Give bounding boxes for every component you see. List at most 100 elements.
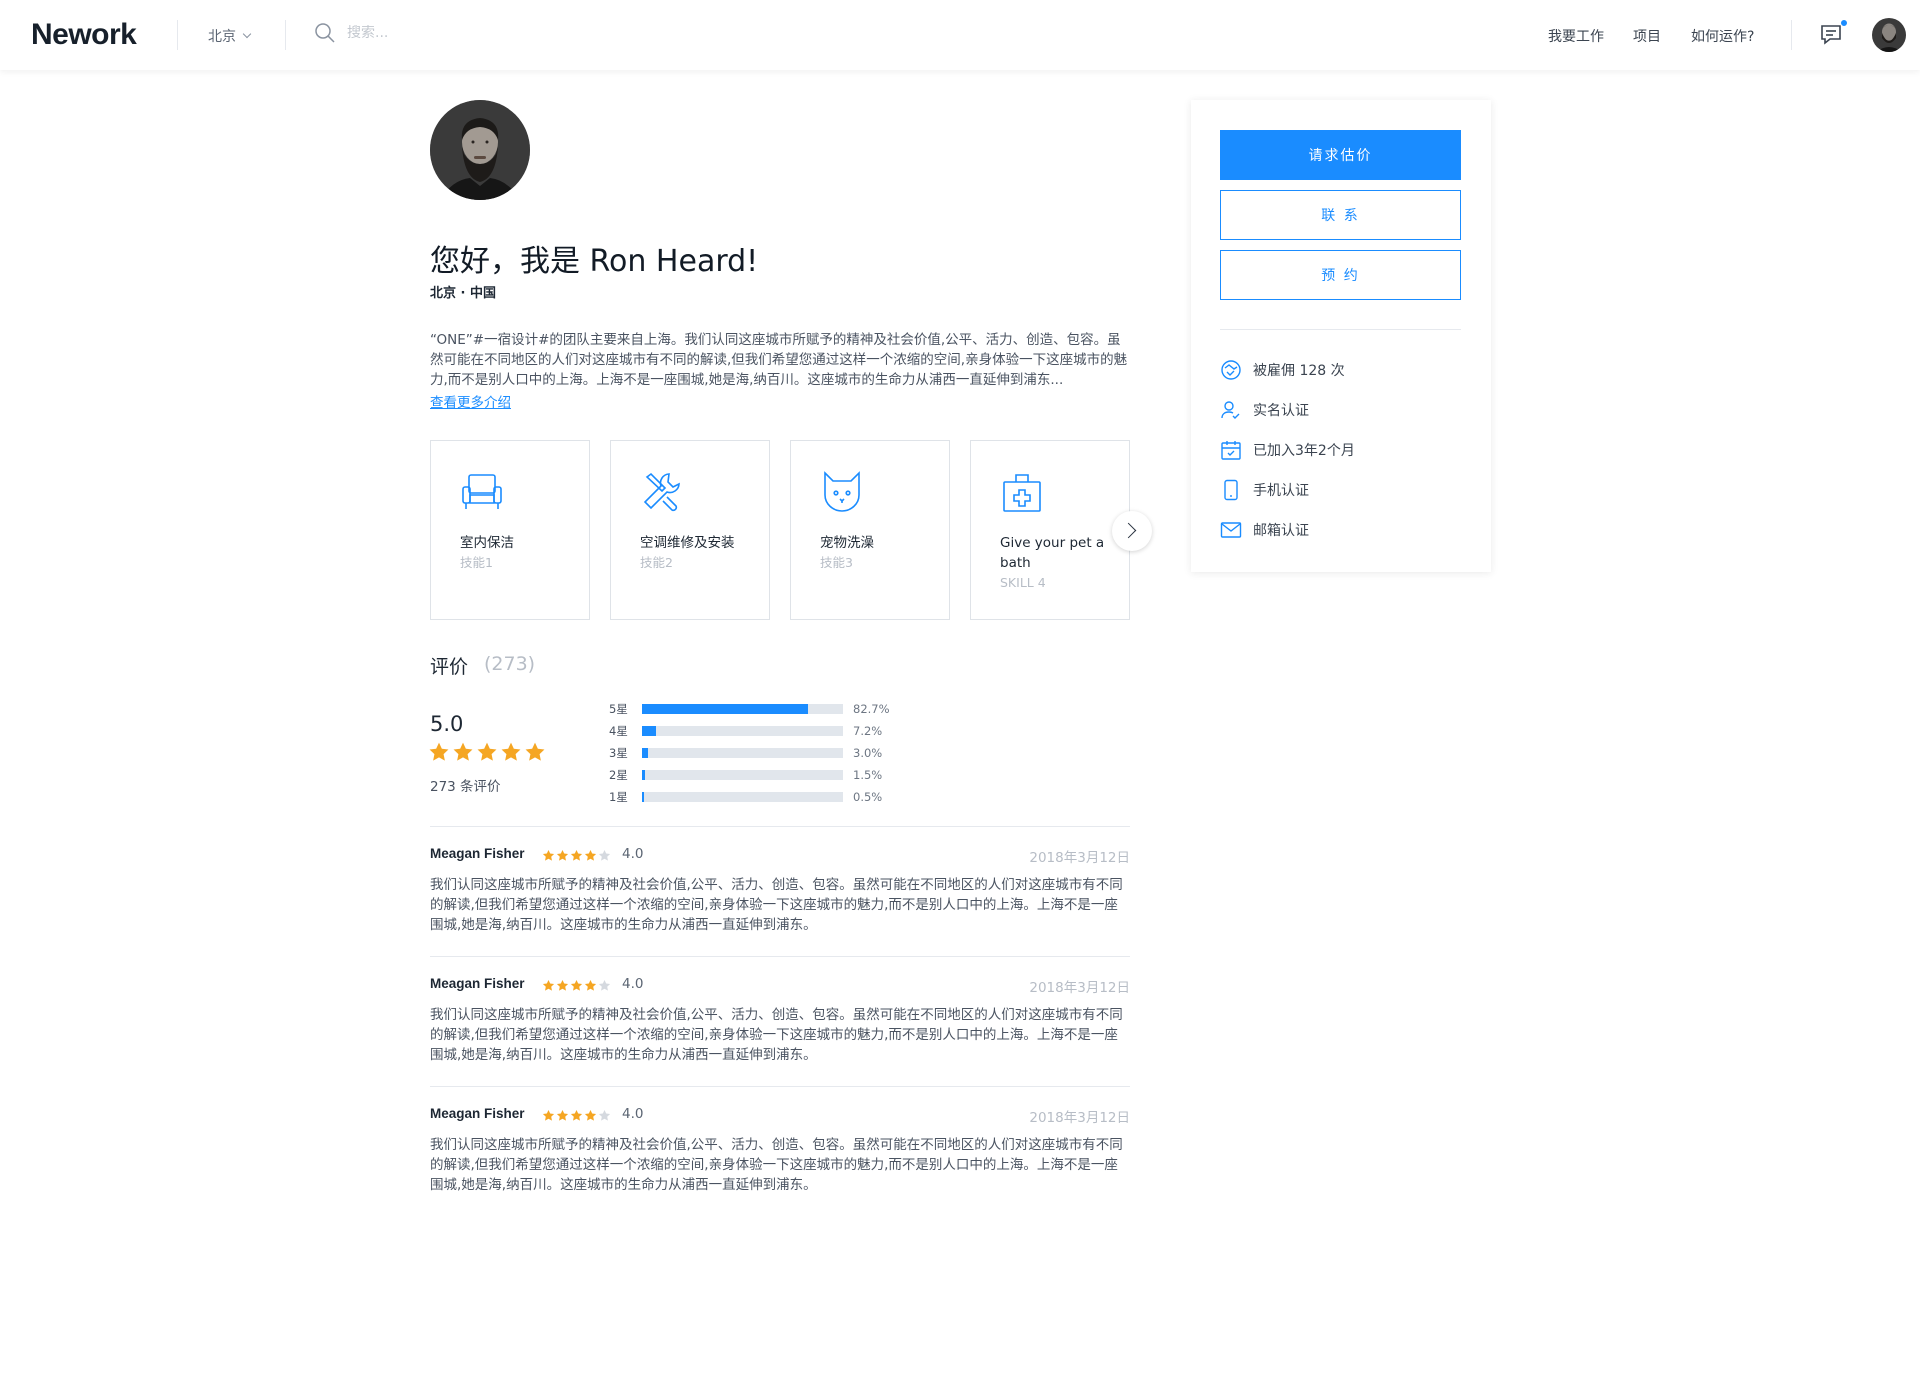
phone-icon — [1224, 479, 1238, 501]
cat-icon — [824, 471, 860, 512]
divider — [430, 1086, 1130, 1087]
star-filled-icon — [570, 849, 583, 861]
nav-find-work[interactable]: 我要工作 — [1548, 26, 1604, 46]
star-filled-icon — [556, 849, 569, 861]
profile-location: 北京 · 中国 — [430, 286, 496, 301]
rating-bar-5: 5星 82.7% — [609, 701, 890, 717]
info-email: 邮箱认证 — [1220, 519, 1309, 541]
review-text: 我们认同这座城市所赋予的精神及社会价值,公平、活力、创造、包容。虽然可能在不同地… — [430, 1137, 1123, 1193]
rating-bar-1: 1星 0.5% — [609, 789, 882, 805]
reviews-count: (273) — [484, 653, 536, 675]
divider — [430, 826, 1130, 827]
star-filled-icon — [556, 979, 569, 991]
notification-dot — [1840, 19, 1848, 27]
skill-sub: 技能3 — [820, 555, 853, 570]
star-filled-icon — [542, 1109, 555, 1121]
info-joined: 已加入3年2个月 — [1220, 439, 1355, 461]
book-button[interactable]: 预 约 — [1220, 250, 1461, 300]
divider — [430, 956, 1130, 957]
nav-projects[interactable]: 项目 — [1633, 26, 1661, 46]
divider — [1791, 20, 1792, 50]
user-avatar[interactable] — [1872, 18, 1906, 52]
star-filled-icon — [477, 742, 497, 761]
review-rating: 4.0 — [622, 1106, 644, 1122]
star-filled-icon — [584, 849, 597, 861]
rating-stars — [428, 741, 546, 763]
tools-icon — [643, 472, 680, 512]
skill-card[interactable]: Give your pet a bath SKILL 4 — [970, 440, 1130, 620]
star-filled-icon — [542, 849, 555, 861]
star-filled-icon — [584, 1109, 597, 1121]
info-text: 被雇佣 128 次 — [1253, 363, 1345, 379]
city-selector[interactable]: 北京 — [208, 26, 252, 46]
rating-bar-percent: 82.7% — [853, 702, 890, 716]
review-stars — [542, 979, 611, 992]
review-stars — [542, 849, 611, 862]
nav-how-it-works[interactable]: 如何运作? — [1691, 26, 1754, 46]
review-rating: 4.0 — [622, 846, 644, 862]
average-score: 5.0 — [430, 712, 464, 736]
info-text: 邮箱认证 — [1253, 523, 1309, 539]
read-more-link[interactable]: 查看更多介绍 — [430, 391, 511, 411]
reviews-total: 273 条评价 — [430, 779, 501, 795]
rating-bar-percent: 1.5% — [853, 768, 883, 782]
skill-name: 空调维修及安装 — [640, 535, 735, 551]
sofa-icon — [462, 474, 502, 509]
search-bar — [313, 21, 547, 45]
star-filled-icon — [501, 742, 521, 761]
rating-bar-fill — [642, 704, 809, 714]
star-filled-icon — [570, 979, 583, 991]
action-card: 请求估价 联 系 预 约 被雇佣 128 次 实名认证 已加入3年2个月 手机认… — [1191, 100, 1491, 572]
rating-bar-track — [642, 726, 843, 736]
divider — [1220, 329, 1461, 330]
skill-sub: 技能2 — [640, 555, 673, 570]
rating-bar-fill — [642, 770, 645, 780]
rating-bar-fill — [642, 748, 649, 758]
info-real-name: 实名认证 — [1220, 399, 1309, 421]
skill-card[interactable]: 室内保洁 技能1 — [430, 440, 590, 620]
contact-button[interactable]: 联 系 — [1220, 190, 1461, 240]
rating-bar-percent: 3.0% — [853, 746, 883, 760]
divider — [177, 20, 178, 50]
request-quote-button[interactable]: 请求估价 — [1220, 130, 1461, 180]
star-filled-icon — [584, 979, 597, 991]
star-filled-icon — [570, 1109, 583, 1121]
review-stars — [542, 1109, 611, 1122]
rating-bar-track — [642, 792, 843, 802]
review-author[interactable]: Meagan Fisher — [430, 846, 525, 861]
review-author[interactable]: Meagan Fisher — [430, 976, 525, 991]
user-verified-icon — [1221, 401, 1240, 419]
star-filled-icon — [525, 742, 545, 761]
info-hired: 被雇佣 128 次 — [1220, 359, 1345, 381]
rating-bar-label: 5星 — [609, 702, 628, 716]
rating-bar-label: 1星 — [609, 790, 628, 804]
rating-bar-percent: 7.2% — [853, 724, 883, 738]
rating-bar-track — [642, 748, 843, 758]
skill-card[interactable]: 宠物洗澡 技能3 — [790, 440, 950, 620]
search-input[interactable] — [347, 25, 547, 41]
skill-sub: 技能1 — [460, 555, 493, 570]
mail-icon — [1220, 522, 1242, 538]
review-date: 2018年3月12日 — [1029, 980, 1130, 996]
medical-kit-icon — [1003, 474, 1041, 512]
profile-avatar — [430, 100, 530, 200]
top-navbar: Nework 北京 我要工作 项目 如何运作? — [0, 0, 1920, 70]
review-author[interactable]: Meagan Fisher — [430, 1106, 525, 1121]
chevron-right-icon — [1120, 522, 1137, 539]
rating-bar-4: 4星 7.2% — [609, 723, 882, 739]
info-text: 手机认证 — [1253, 483, 1309, 499]
skill-name: Give your pet a bath — [1000, 535, 1105, 571]
review-item: Meagan Fisher 4.0 2018年3月12日 我们认同这座城市所赋予… — [430, 976, 1130, 1065]
profile-greeting: 您好，我是 Ron Heard! — [430, 244, 759, 279]
star-filled-icon — [542, 979, 555, 991]
review-date: 2018年3月12日 — [1029, 850, 1130, 866]
review-item: Meagan Fisher 4.0 2018年3月12日 我们认同这座城市所赋予… — [430, 1106, 1130, 1195]
star-filled-icon — [429, 742, 449, 761]
rating-bar-label: 3星 — [609, 746, 628, 760]
logo[interactable]: Nework — [31, 18, 137, 52]
skill-card[interactable]: 空调维修及安装 技能2 — [610, 440, 770, 620]
skills-next-button[interactable] — [1112, 511, 1152, 551]
reviews-title: 评价 — [430, 656, 469, 678]
review-date: 2018年3月12日 — [1029, 1110, 1130, 1126]
star-empty-icon — [598, 979, 611, 991]
